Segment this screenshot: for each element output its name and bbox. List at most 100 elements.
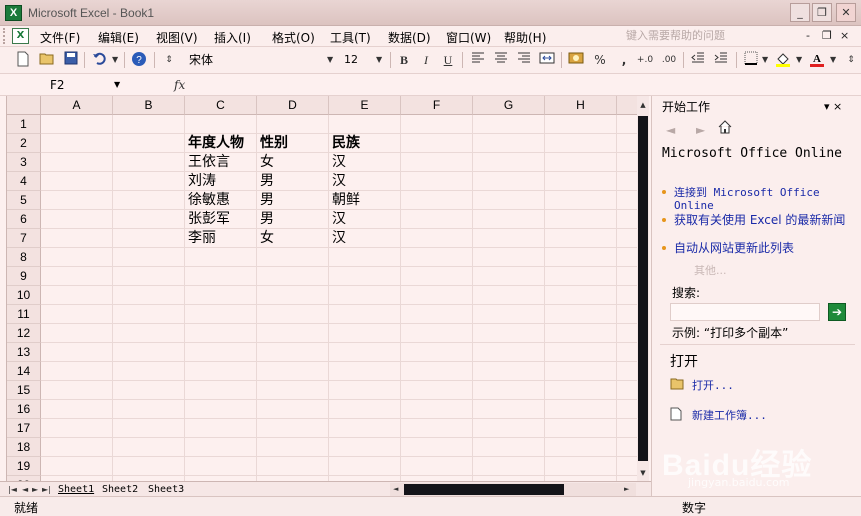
underline-button[interactable]: U <box>439 51 457 69</box>
column-header-i[interactable] <box>617 96 637 115</box>
forward-arrow-icon[interactable]: ► <box>696 120 705 140</box>
merge-center-icon[interactable] <box>538 51 556 69</box>
prev-sheet-icon[interactable]: ◄ <box>22 482 28 497</box>
column-header-f[interactable]: F <box>401 96 473 115</box>
cell-c6[interactable]: 张彭军 <box>185 210 230 229</box>
undo-icon[interactable] <box>90 51 108 69</box>
menu-view[interactable]: 视图(V) <box>156 29 198 46</box>
last-sheet-icon[interactable]: ►| <box>42 482 51 497</box>
cell-d4[interactable]: 男 <box>257 172 274 191</box>
vertical-scrollbar[interactable]: ▲ ▼ <box>637 96 649 481</box>
toolbar-grip[interactable] <box>3 28 7 44</box>
insert-function-button[interactable]: fx <box>174 76 185 94</box>
cell-d5[interactable]: 男 <box>257 191 274 210</box>
open-workbook-link[interactable]: 打开... <box>692 377 734 393</box>
font-name-dropdown-icon[interactable]: ▼ <box>327 51 333 69</box>
cell-d7[interactable]: 女 <box>257 229 274 248</box>
cell-c3[interactable]: 王依言 <box>185 153 230 172</box>
column-header-d[interactable]: D <box>257 96 329 115</box>
cell-e7[interactable]: 汉 <box>329 229 346 248</box>
save-icon[interactable] <box>62 51 80 69</box>
menu-edit[interactable]: 编辑(E) <box>98 29 139 46</box>
row-header[interactable]: 10 <box>7 286 41 305</box>
horizontal-scrollbar[interactable]: ◄ ► <box>390 483 636 496</box>
next-sheet-icon[interactable]: ► <box>32 482 38 497</box>
align-right-icon[interactable] <box>515 51 533 69</box>
close-button[interactable]: ✕ <box>836 3 856 22</box>
comma-style-button[interactable]: , <box>615 51 633 69</box>
cell-e4[interactable]: 汉 <box>329 172 346 191</box>
name-box[interactable]: F2 <box>6 76 126 94</box>
font-color-icon[interactable]: A <box>808 51 826 69</box>
scroll-down-icon[interactable]: ▼ <box>637 466 649 480</box>
row-header[interactable]: 18 <box>7 438 41 457</box>
cell-c4[interactable]: 刘涛 <box>185 172 216 191</box>
row-header[interactable]: 11 <box>7 305 41 324</box>
fill-color-icon[interactable] <box>774 51 792 69</box>
task-pane-search-input[interactable] <box>670 303 820 321</box>
name-box-dropdown-icon[interactable]: ▼ <box>114 76 120 94</box>
borders-dropdown-icon[interactable]: ▼ <box>762 51 768 69</box>
cell-e6[interactable]: 汉 <box>329 210 346 229</box>
doc-close-button[interactable]: × <box>840 29 849 42</box>
excel-app-icon[interactable]: X <box>5 5 22 21</box>
search-go-arrow-icon[interactable]: ➔ <box>828 303 846 321</box>
menu-format[interactable]: 格式(O) <box>272 29 315 46</box>
link-auto-update-list[interactable]: 自动从网站更新此列表 <box>662 242 848 255</box>
more-link[interactable]: 其他... <box>694 262 727 278</box>
cell-d2[interactable]: 性别 <box>257 134 288 153</box>
increase-indent-icon[interactable] <box>712 51 730 69</box>
font-color-dropdown-icon[interactable]: ▼ <box>830 51 836 69</box>
link-latest-news[interactable]: 获取有关使用 Excel 的最新新闻 <box>662 214 848 227</box>
row-header[interactable]: 16 <box>7 400 41 419</box>
percent-button[interactable]: % <box>591 51 609 69</box>
menu-help[interactable]: 帮助(H) <box>504 29 546 46</box>
menu-insert[interactable]: 插入(I) <box>214 29 251 46</box>
column-header-g[interactable]: G <box>473 96 545 115</box>
menu-tools[interactable]: 工具(T) <box>330 29 371 46</box>
worksheet-grid[interactable]: A B C D E F G H 1 2 3 4 5 6 7 8 9 10 11 … <box>6 96 637 481</box>
increase-decimal-icon[interactable]: +.0 <box>636 51 654 69</box>
column-header-h[interactable]: H <box>545 96 617 115</box>
cell-c7[interactable]: 李丽 <box>185 229 216 248</box>
cell-c2[interactable]: 年度人物 <box>185 134 244 153</box>
column-header-b[interactable]: B <box>113 96 185 115</box>
toolbar-options-icon[interactable]: ⇕ <box>160 51 178 69</box>
cell-d3[interactable]: 女 <box>257 153 274 172</box>
row-header[interactable]: 6 <box>7 210 41 229</box>
new-document-icon[interactable] <box>14 51 32 69</box>
help-icon[interactable]: ? <box>130 51 148 69</box>
scroll-up-icon[interactable]: ▲ <box>637 98 649 112</box>
toolbar-overflow-icon[interactable]: ⇕ <box>842 51 860 69</box>
first-sheet-icon[interactable]: |◄ <box>8 482 17 497</box>
back-arrow-icon[interactable]: ◄ <box>666 120 675 140</box>
font-name-select[interactable]: 宋体 <box>186 51 336 69</box>
row-header[interactable]: 19 <box>7 457 41 476</box>
row-header[interactable]: 13 <box>7 343 41 362</box>
column-header-c[interactable]: C <box>185 96 257 115</box>
row-header[interactable]: 15 <box>7 381 41 400</box>
doc-restore-button[interactable]: ❐ <box>822 29 832 42</box>
row-header[interactable]: 3 <box>7 153 41 172</box>
font-size-dropdown-icon[interactable]: ▼ <box>376 51 382 69</box>
help-question-box[interactable]: 键入需要帮助的问题 <box>622 28 772 45</box>
row-header[interactable]: 17 <box>7 419 41 438</box>
restore-button[interactable]: ❐ <box>812 3 832 22</box>
menu-file[interactable]: 文件(F) <box>40 29 80 46</box>
align-left-icon[interactable] <box>469 51 487 69</box>
cell-c5[interactable]: 徐敏惠 <box>185 191 230 210</box>
minimize-button[interactable]: _ <box>790 3 810 22</box>
row-header[interactable]: 14 <box>7 362 41 381</box>
new-workbook-link[interactable]: 新建工作簿... <box>692 407 767 423</box>
column-header-a[interactable]: A <box>41 96 113 115</box>
row-header[interactable]: 9 <box>7 267 41 286</box>
italic-button[interactable]: I <box>417 51 435 69</box>
row-header[interactable]: 4 <box>7 172 41 191</box>
doc-minimize-button[interactable]: - <box>806 29 810 42</box>
row-header[interactable]: 5 <box>7 191 41 210</box>
fill-color-dropdown-icon[interactable]: ▼ <box>796 51 802 69</box>
menu-window[interactable]: 窗口(W) <box>446 29 491 46</box>
column-header-e[interactable]: E <box>329 96 401 115</box>
cell-e5[interactable]: 朝鲜 <box>329 191 360 210</box>
cell-d6[interactable]: 男 <box>257 210 274 229</box>
